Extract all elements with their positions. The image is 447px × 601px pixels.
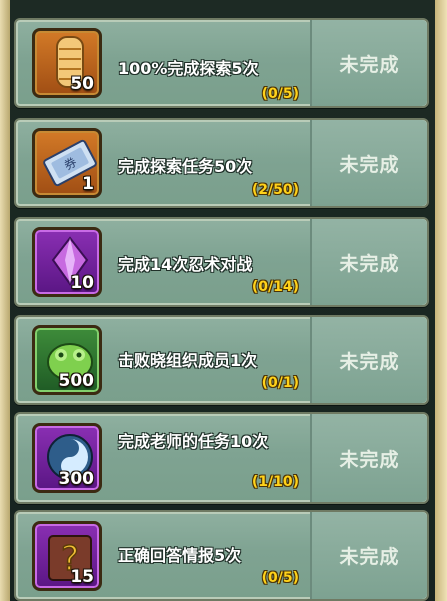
quest-row[interactable]: 300 完成老师的任务10次 (1/10) 未完成	[14, 412, 429, 504]
reward-icon-box[interactable]: ? 15	[32, 520, 102, 591]
status-label: 未完成	[339, 448, 400, 471]
reward-icon-box[interactable]: 500	[32, 325, 102, 395]
reward-count: 1	[82, 174, 94, 194]
quest-progress: (2/50)	[251, 182, 299, 198]
quest-row[interactable]: 500 击败晓组织成员1次 (0/1) 未完成	[14, 315, 429, 405]
reward-count: 500	[58, 371, 95, 391]
reward-count: 10	[70, 273, 94, 293]
status-label: 未完成	[339, 153, 400, 176]
quest-row[interactable]: 50 100%完成探索5次 (0/5) 未完成	[14, 18, 429, 108]
status-label: 未完成	[339, 350, 400, 373]
reward-icon-box[interactable]: 300	[32, 423, 102, 493]
reward-icon-box[interactable]: 券 1	[32, 128, 102, 198]
reward-count: 15	[70, 566, 94, 587]
quest-progress: (0/5)	[261, 86, 299, 102]
quest-progress: (0/14)	[251, 279, 299, 295]
reward-icon-box[interactable]: 50	[32, 28, 102, 98]
quest-title: 100%完成探索5次	[118, 59, 259, 78]
quest-title: 完成探索任务50次	[118, 157, 253, 176]
quest-row[interactable]: 10 完成14次忍术对战 (0/14) 未完成	[14, 217, 429, 307]
quest-title: 正确回答情报5次	[118, 546, 242, 565]
quest-progress: (0/1)	[261, 375, 299, 391]
quest-progress: (1/10)	[251, 474, 299, 490]
status-label: 未完成	[339, 252, 400, 275]
quest-title: 完成14次忍术对战	[118, 255, 253, 274]
quest-title: 完成老师的任务10次	[118, 432, 269, 451]
quest-row[interactable]: ? 15 正确回答情报5次 (0/5) 未完成	[14, 510, 429, 601]
reward-count: 300	[58, 469, 95, 489]
reward-count: 50	[70, 74, 94, 94]
reward-icon-box[interactable]: 10	[32, 227, 102, 297]
status-label: 未完成	[339, 546, 400, 568]
quest-row[interactable]: 券 1 完成探索任务50次 (2/50) 未完成	[14, 118, 429, 208]
quest-progress: (0/5)	[261, 570, 299, 586]
status-label: 未完成	[339, 53, 400, 76]
quest-title: 击败晓组织成员1次	[118, 351, 258, 370]
